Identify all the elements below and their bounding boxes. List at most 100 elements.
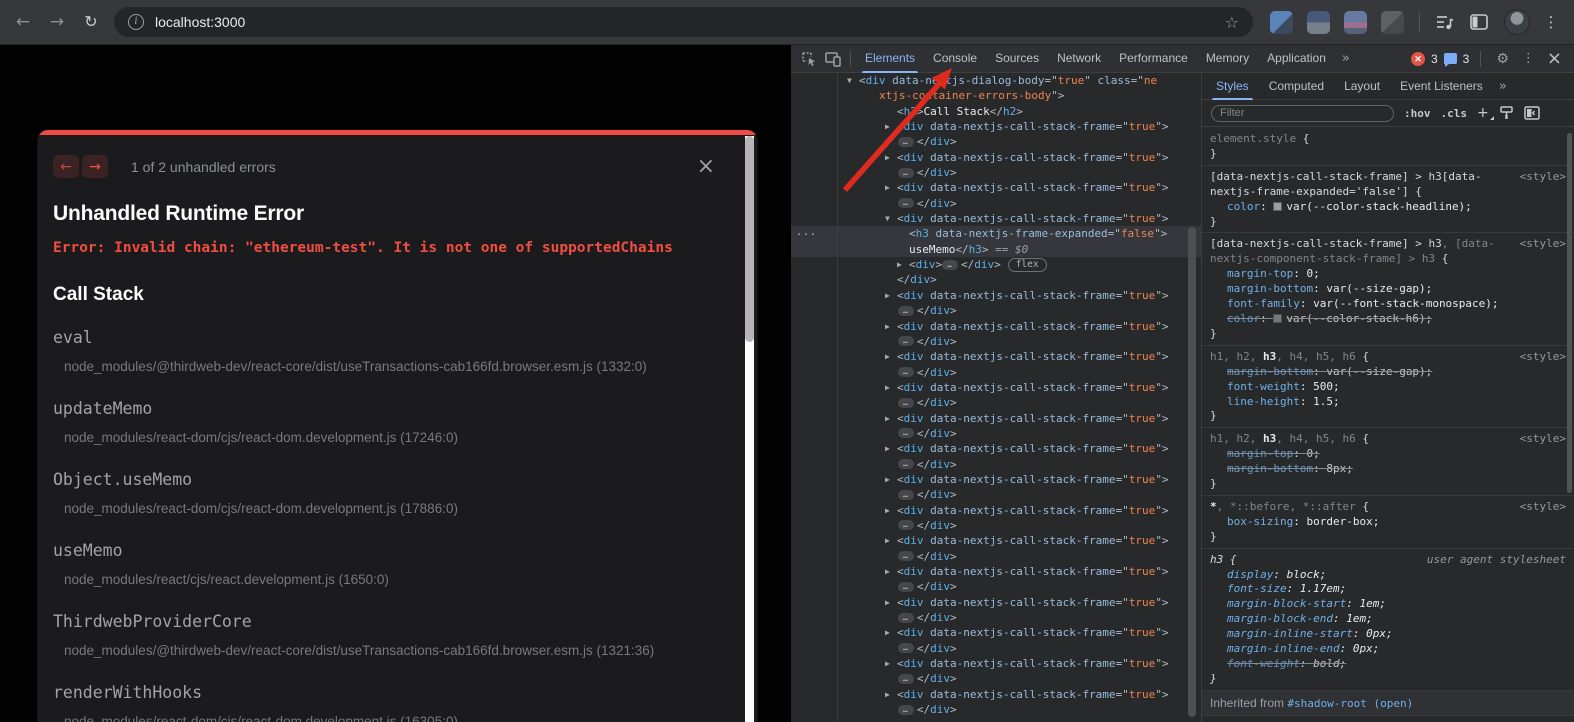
styles-tab-layout[interactable]: Layout	[1334, 73, 1390, 100]
css-property[interactable]: font-family: var(--font-stack-monospace)…	[1210, 297, 1566, 312]
call-stack-frame[interactable]: ThirdwebProviderCorenode_modules/@thirdw…	[53, 612, 723, 658]
previous-error-button[interactable]: ←	[53, 155, 79, 178]
dom-tree-row[interactable]: ▶<div data-nextjs-call-stack-frame="true…	[791, 411, 1201, 426]
dom-tree-row[interactable]: …</div>	[791, 303, 1201, 318]
dom-tree-row[interactable]: ▶<div data-nextjs-call-stack-frame="true…	[791, 150, 1201, 165]
css-property[interactable]: color: var(--color-stack-h6);	[1210, 312, 1566, 327]
selected-node-more-icon[interactable]: ...	[796, 227, 817, 238]
css-rule[interactable]: <style>*, *::before, *::after {box-sizin…	[1202, 496, 1574, 549]
rule-origin-link[interactable]: <style>	[1520, 350, 1566, 365]
collapsed-children-icon[interactable]: …	[898, 367, 914, 377]
devtools-tab-performance[interactable]: Performance	[1110, 45, 1197, 73]
dom-tree-row[interactable]: ▼<div data-nextjs-dialog-body="true" cla…	[791, 73, 1201, 88]
computed-sidebar-toggle-icon[interactable]	[1524, 106, 1540, 120]
forward-button[interactable]: →	[42, 7, 72, 37]
color-swatch[interactable]	[1273, 314, 1282, 323]
dom-tree-row[interactable]: …</div>	[791, 671, 1201, 686]
media-controls-icon[interactable]	[1430, 7, 1460, 37]
css-property[interactable]: margin-top: 0;	[1210, 447, 1566, 462]
dom-tree-row[interactable]: ▶<div data-nextjs-call-stack-frame="true…	[791, 625, 1201, 640]
back-button[interactable]: ←	[8, 7, 38, 37]
browser-menu-icon[interactable]: ⋮	[1540, 13, 1562, 31]
collapsed-children-icon[interactable]: …	[942, 260, 958, 270]
issues-count[interactable]: 3	[1463, 52, 1470, 66]
rule-origin-link[interactable]: user agent stylesheet	[1427, 553, 1566, 568]
dom-tree-row[interactable]: …</div>	[791, 518, 1201, 533]
collapsed-children-icon[interactable]: …	[898, 643, 914, 653]
rule-origin-link[interactable]: <style>	[1520, 432, 1566, 447]
collapsed-children-icon[interactable]: …	[898, 613, 914, 623]
close-overlay-icon[interactable]: ×	[697, 157, 715, 177]
collapsed-children-icon[interactable]: …	[898, 490, 914, 500]
dom-tree-row[interactable]: ▶<div data-nextjs-call-stack-frame="true…	[791, 349, 1201, 364]
collapsed-children-icon[interactable]: …	[898, 137, 914, 147]
css-rule[interactable]: <style>h1, h2, h3, h4, h5, h6 {margin-to…	[1202, 428, 1574, 496]
side-panel-icon[interactable]	[1464, 7, 1494, 37]
shadow-root-link[interactable]: #shadow-root (open)	[1287, 697, 1413, 710]
styles-scrollbar[interactable]	[1567, 133, 1572, 493]
address-bar[interactable]: i localhost:3000 ☆	[114, 7, 1253, 37]
device-toolbar-icon[interactable]	[821, 47, 845, 71]
next-error-button[interactable]: →	[82, 155, 108, 178]
css-property[interactable]: margin-inline-start: 0px;	[1210, 627, 1566, 642]
reload-button[interactable]: ↻	[76, 7, 106, 37]
dom-tree-row[interactable]: …</div>	[791, 641, 1201, 656]
css-property[interactable]: margin-inline-end: 0px;	[1210, 642, 1566, 657]
collapsed-children-icon[interactable]: …	[898, 551, 914, 561]
css-property[interactable]: margin-bottom: var(--size-gap);	[1210, 365, 1566, 380]
dom-tree-row[interactable]: ▶<div data-nextjs-call-stack-frame="true…	[791, 180, 1201, 195]
devtools-tab-memory[interactable]: Memory	[1197, 45, 1258, 73]
collapsed-children-icon[interactable]: …	[898, 198, 914, 208]
bookmark-star-icon[interactable]: ☆	[1225, 13, 1239, 32]
dom-tree-row[interactable]: …</div>	[791, 610, 1201, 625]
collapsed-children-icon[interactable]: …	[898, 520, 914, 530]
inspect-element-icon[interactable]	[797, 47, 821, 71]
flex-badge[interactable]: flex	[1008, 258, 1047, 272]
css-property[interactable]: color: var(--color-stack-headline);	[1210, 200, 1566, 215]
elements-scrollbar[interactable]	[1188, 227, 1196, 717]
dom-tree-row[interactable]: xtjs-container-errors-body">	[791, 88, 1201, 103]
class-toggle[interactable]: .cls	[1441, 107, 1468, 120]
collapsed-children-icon[interactable]: …	[898, 428, 914, 438]
new-style-rule-icon[interactable]: +	[1477, 105, 1489, 121]
url-text[interactable]: localhost:3000	[155, 14, 1225, 30]
console-error-badge-icon[interactable]: ✕	[1411, 52, 1425, 66]
issues-icon[interactable]	[1444, 53, 1457, 64]
dom-tree-row[interactable]: <h3 data-nextjs-frame-expanded="false">	[791, 226, 1201, 241]
devtools-close-icon[interactable]: ×	[1544, 48, 1568, 69]
dom-tree-row[interactable]: ▶<div data-nextjs-call-stack-frame="true…	[791, 288, 1201, 303]
rule-origin-link[interactable]: <style>	[1520, 237, 1566, 252]
css-property[interactable]: margin-block-start: 1em;	[1210, 597, 1566, 612]
css-property[interactable]: display: block;	[1210, 568, 1566, 583]
more-style-tabs-icon[interactable]: »	[1493, 79, 1513, 94]
css-property[interactable]: margin-bottom: 8px;	[1210, 462, 1566, 477]
devtools-settings-icon[interactable]: ⚙	[1492, 51, 1513, 67]
call-stack-frame[interactable]: Object.useMemonode_modules/react-dom/cjs…	[53, 470, 723, 516]
call-stack-frame[interactable]: useMemonode_modules/react/cjs/react.deve…	[53, 541, 723, 587]
devtools-tab-sources[interactable]: Sources	[986, 45, 1048, 73]
collapsed-children-icon[interactable]: …	[898, 168, 914, 178]
extension-icon-3[interactable]	[1344, 11, 1367, 34]
style-filter-input[interactable]: Filter	[1211, 105, 1394, 122]
profile-avatar[interactable]	[1504, 9, 1530, 35]
dom-tree-row[interactable]: ▶<div data-nextjs-call-stack-frame="true…	[791, 533, 1201, 548]
call-stack-frame[interactable]: renderWithHooksnode_modules/react-dom/cj…	[53, 683, 723, 722]
devtools-tab-console[interactable]: Console	[924, 45, 986, 73]
css-rule[interactable]: user agent stylesheeth3 {display: block;…	[1202, 549, 1574, 691]
dom-tree-row[interactable]: useMemo</h3> == $0	[791, 242, 1201, 257]
styles-tab-computed[interactable]: Computed	[1259, 73, 1334, 100]
css-property[interactable]: box-sizing: border-box;	[1210, 515, 1566, 530]
dom-tree-row[interactable]: …</div>	[791, 134, 1201, 149]
call-stack-frame[interactable]: evalnode_modules/@thirdweb-dev/react-cor…	[53, 328, 723, 374]
dom-tree-row[interactable]: ▶<div data-nextjs-call-stack-frame="true…	[791, 564, 1201, 579]
dom-tree-row[interactable]: ▶<div data-nextjs-call-stack-frame="true…	[791, 119, 1201, 134]
dom-tree-row[interactable]: ▶<div data-nextjs-call-stack-frame="true…	[791, 380, 1201, 395]
css-property[interactable]: margin-top: 0;	[1210, 267, 1566, 282]
dom-tree-row[interactable]: ▶<div data-nextjs-call-stack-frame="true…	[791, 595, 1201, 610]
css-property[interactable]: font-weight: bold;	[1210, 657, 1566, 672]
dom-tree-row[interactable]: …</div>	[791, 579, 1201, 594]
more-panels-icon[interactable]: »	[1335, 51, 1357, 66]
dom-tree-row[interactable]: …</div>	[791, 395, 1201, 410]
collapsed-children-icon[interactable]: …	[898, 336, 914, 346]
css-rule[interactable]: <style>[data-nextjs-call-stack-frame] > …	[1202, 166, 1574, 234]
